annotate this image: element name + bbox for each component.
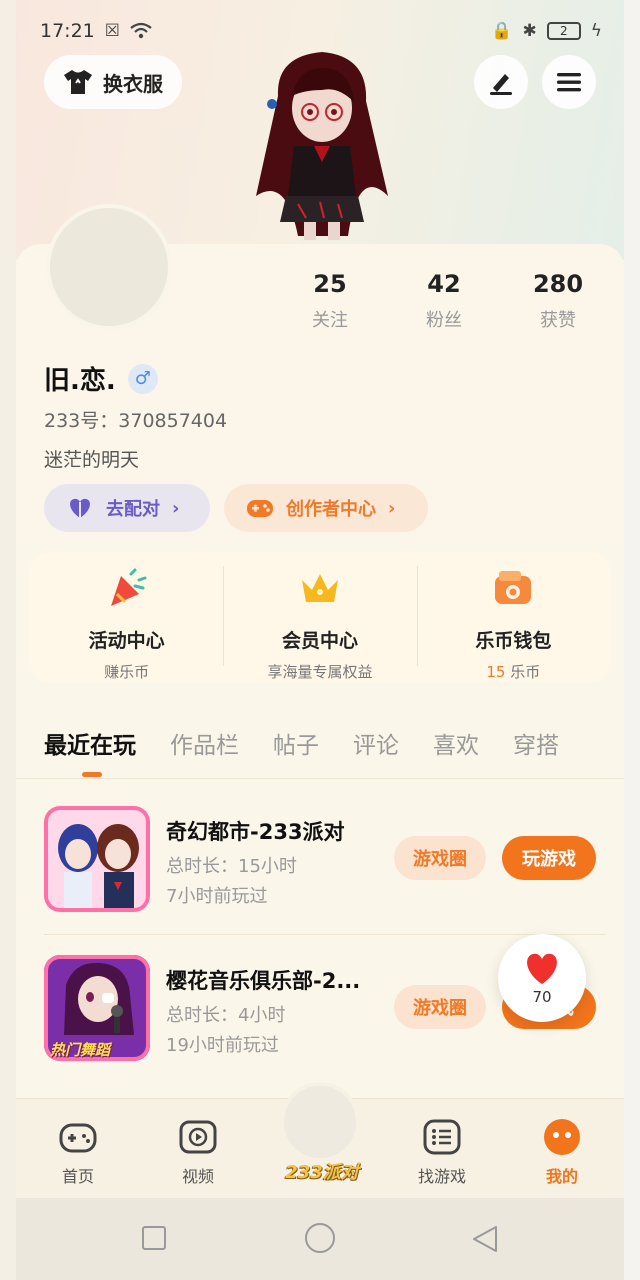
creator-center-button[interactable]: 创作者中心 › (224, 484, 428, 532)
game-circle-button[interactable]: 游戏圈 (394, 985, 486, 1029)
nav-video-label: 视频 (181, 1167, 214, 1186)
edit-profile-button[interactable] (474, 55, 528, 109)
profile-avatar[interactable] (46, 204, 172, 330)
nav-home[interactable]: 首页 (28, 1117, 128, 1187)
nav-mine[interactable]: 我的 (512, 1117, 612, 1187)
home-circle-icon[interactable] (304, 1222, 336, 1254)
chevron-right-icon: › (172, 497, 180, 519)
likes-label: 获赞 (540, 310, 576, 331)
followers-count: 42 (427, 270, 461, 298)
right-edge (624, 0, 640, 1280)
followers-stat[interactable]: 42 粉丝 (394, 270, 494, 332)
gamepad-icon (247, 500, 273, 517)
username: 旧.恋. (44, 366, 116, 396)
user-bio: 迷茫的明天 (44, 449, 140, 471)
crown-icon (301, 574, 338, 602)
row-divider (44, 934, 606, 935)
tab-likes[interactable]: 喜欢 (433, 726, 479, 760)
username-row: 旧.恋. ♂ (44, 360, 158, 397)
system-navigation-bar (16, 1198, 624, 1280)
notification-icon: ☒ (104, 21, 121, 41)
heart-icon (527, 953, 557, 984)
tab-comments[interactable]: 评论 (353, 726, 399, 760)
activity-center-subtitle: 赚乐币 (104, 663, 150, 681)
nav-video[interactable]: 视频 (148, 1117, 248, 1187)
vip-center-title: 会员中心 (281, 630, 358, 652)
lock-rotation-icon: 🔒 (491, 21, 513, 41)
clock: 17:21 (40, 20, 95, 42)
nav-home-label: 首页 (61, 1167, 94, 1186)
party-center-button[interactable] (280, 1082, 360, 1162)
male-gender-icon: ♂ (127, 363, 158, 394)
video-play-icon (179, 1120, 217, 1154)
game-icon-caption: 热门舞蹈 (50, 1041, 111, 1059)
change-outfit-label: 换衣服 (103, 71, 163, 96)
hamburger-menu-icon (557, 73, 581, 92)
wallet-icon (495, 571, 532, 604)
profile-tabs: 最近在玩 作品栏 帖子 评论 喜欢 穿搭 (44, 726, 559, 760)
nav-find-games[interactable]: 找游戏 (392, 1117, 492, 1187)
pen-icon (490, 74, 512, 95)
activity-center[interactable]: 活动中心 赚乐币 (30, 552, 223, 682)
game-icon-fantasy-city (44, 806, 150, 912)
tab-outfits[interactable]: 穿搭 (513, 726, 559, 760)
menu-button[interactable] (542, 55, 596, 109)
floating-like-button[interactable]: 70 (498, 934, 586, 1022)
heart-match-icon (70, 498, 90, 518)
creator-center-label: 创作者中心 (286, 499, 376, 520)
nav-mine-label: 我的 (545, 1167, 578, 1186)
app-screen: 17:21 ☒ 🔒 ✱ 2 ϟ 换衣服 25 关注 42 粉丝 280 获赞 旧… (16, 0, 624, 1280)
nav-find-games-label: 找游戏 (417, 1167, 466, 1186)
active-tab-indicator (82, 772, 102, 777)
likes-count: 280 (532, 270, 584, 298)
game-last-played: 7小时前玩过 (166, 886, 268, 907)
coin-wallet[interactable]: 乐币钱包 15 乐币 (416, 552, 610, 682)
wifi-icon (130, 22, 152, 39)
following-stat[interactable]: 25 关注 (280, 270, 380, 332)
game-duration: 总时长：4小时 (166, 1005, 286, 1026)
game-last-played: 19小时前玩过 (166, 1035, 279, 1056)
followers-label: 粉丝 (426, 310, 462, 331)
gamepad-home-icon (59, 1123, 97, 1153)
bluetooth-icon: ✱ (522, 21, 537, 41)
user-id: 233号：370857404 (44, 410, 228, 432)
likes-stat[interactable]: 280 获赞 (508, 270, 608, 332)
coin-amount: 15 (486, 663, 506, 681)
like-count: 70 (532, 988, 552, 1006)
list-icon (423, 1119, 461, 1155)
vip-center-subtitle: 享海量专属权益 (267, 663, 373, 681)
tabs-divider (16, 778, 624, 779)
vip-center[interactable]: 会员中心 享海量专属权益 (223, 552, 416, 682)
charging-icon: ϟ (590, 21, 602, 41)
game-duration: 总时长：15小时 (166, 856, 297, 877)
coin-wallet-title: 乐币钱包 (475, 630, 552, 652)
services-panel: 活动中心 赚乐币 会员中心 享海量专属权益 乐币钱包 15 乐币 (30, 552, 610, 682)
recent-apps-icon[interactable] (140, 1224, 168, 1252)
left-edge (0, 0, 16, 1280)
match-button[interactable]: 去配对 › (44, 484, 210, 532)
game-circle-button[interactable]: 游戏圈 (394, 836, 486, 880)
tab-works[interactable]: 作品栏 (170, 726, 239, 760)
chevron-right-icon: › (388, 497, 396, 519)
following-count: 25 (313, 270, 347, 298)
game-title: 奇幻都市-233派对 (166, 820, 345, 844)
tab-recently-played[interactable]: 最近在玩 (44, 726, 136, 760)
coin-wallet-balance: 15 乐币 (417, 661, 610, 682)
game-title: 樱花音乐俱乐部-2... (166, 969, 361, 993)
party-logo-label[interactable]: 233派对 (274, 1158, 370, 1184)
back-triangle-icon[interactable] (470, 1224, 500, 1254)
smiley-mine-icon (544, 1119, 580, 1155)
avatar-character-image[interactable] (238, 46, 406, 242)
game-list-item[interactable]: 奇幻都市-233派对 总时长：15小时 7小时前玩过 游戏圈 玩游戏 (44, 806, 604, 916)
tab-posts[interactable]: 帖子 (273, 726, 319, 760)
match-button-label: 去配对 (106, 499, 160, 520)
party-popper-icon (110, 568, 147, 606)
battery-icon: 2 (546, 22, 581, 40)
change-outfit-button[interactable]: 换衣服 (44, 55, 182, 109)
play-game-button[interactable]: 玩游戏 (502, 836, 596, 880)
coin-unit: 乐币 (505, 663, 541, 681)
tshirt-icon (64, 70, 92, 94)
activity-center-title: 活动中心 (88, 630, 165, 652)
following-label: 关注 (312, 310, 348, 331)
